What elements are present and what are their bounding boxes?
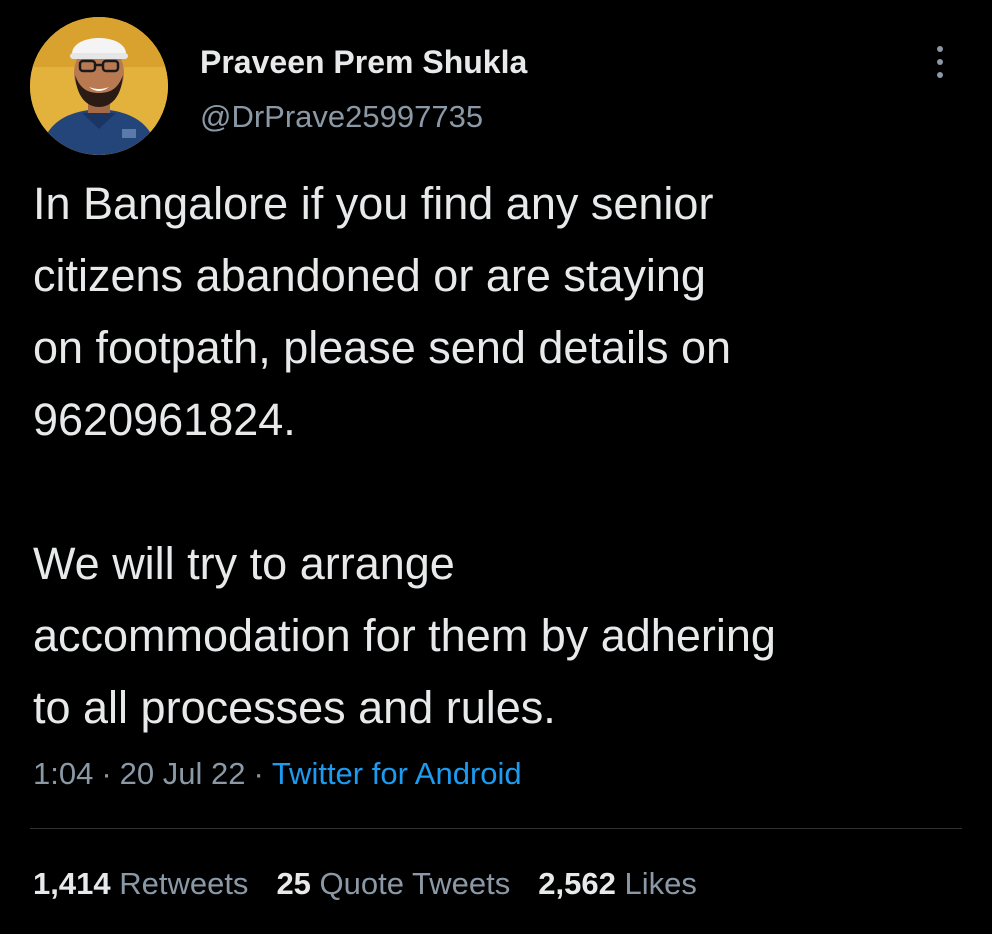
tweet-paragraph: In Bangalore if you find any senior citi…: [33, 178, 732, 445]
quote-tweets-count: 25: [276, 866, 311, 901]
more-vertical-icon[interactable]: [928, 42, 952, 82]
user-handle[interactable]: @DrPrave25997735: [200, 97, 483, 137]
likes-stat[interactable]: 2,562 Likes: [538, 864, 697, 904]
engagement-stats: 1,414 Retweets 25 Quote Tweets 2,562 Likes: [33, 864, 725, 904]
likes-count: 2,562: [538, 866, 616, 901]
likes-label: Likes: [624, 866, 697, 901]
tweet-text: In Bangalore if you find any senior citi…: [33, 168, 978, 744]
tweet-paragraph: We will try to arrange accommodation for…: [33, 538, 776, 733]
meta-separator: ·: [101, 756, 112, 791]
quote-tweets-stat[interactable]: 25 Quote Tweets: [276, 864, 510, 904]
avatar[interactable]: [30, 17, 168, 155]
retweets-label: Retweets: [119, 866, 249, 901]
tweet-meta: 1:04 · 20 Jul 22 · Twitter for Android: [33, 754, 522, 794]
quote-tweets-label: Quote Tweets: [319, 866, 511, 901]
avatar-image: [30, 17, 168, 155]
tweet-source-link[interactable]: Twitter for Android: [272, 756, 522, 791]
tweet-detail: Praveen Prem Shukla @DrPrave25997735 In …: [0, 0, 992, 934]
tweet-time[interactable]: 1:04: [33, 756, 93, 791]
display-name[interactable]: Praveen Prem Shukla: [200, 42, 527, 82]
meta-separator: ·: [253, 756, 264, 791]
retweets-count: 1,414: [33, 866, 111, 901]
retweets-stat[interactable]: 1,414 Retweets: [33, 864, 248, 904]
divider: [30, 828, 962, 829]
tweet-date[interactable]: 20 Jul 22: [120, 756, 246, 791]
